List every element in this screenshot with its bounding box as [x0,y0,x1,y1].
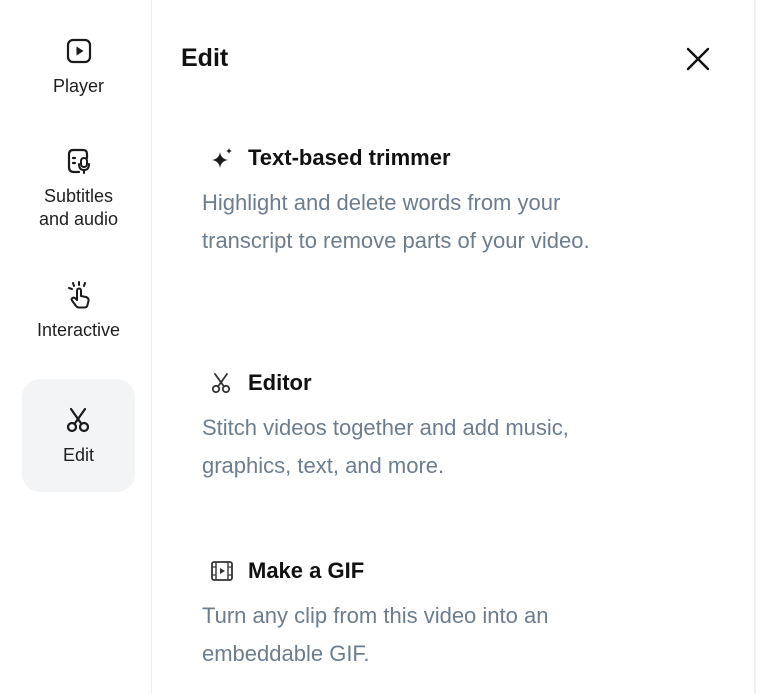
feature-title: Make a GIF [248,558,365,583]
play-square-icon [64,36,94,66]
feature-make-a-gif[interactable]: Make a GIF Turn any clip from this video… [202,556,632,673]
feature-description: Stitch videos together and add music, gr… [202,415,569,478]
sidebar: Player Subtitles and audio Interactive E… [0,0,152,694]
sidebar-item-label: Edit [62,444,95,465]
close-button[interactable] [683,44,713,74]
sparkle-icon [210,146,234,170]
edit-panel-window: Player Subtitles and audio Interactive E… [0,0,772,694]
panel-title: Edit [181,44,229,72]
film-frame-icon [210,559,234,583]
subtitles-mic-icon [64,146,94,176]
tap-hand-icon [64,280,94,310]
close-icon [685,46,711,72]
feature-header: Make a GIF [202,556,632,586]
feature-text-based-trimmer[interactable]: Text-based trimmer Highlight and delete … [202,143,632,260]
scissors-icon [210,371,234,395]
sidebar-item-subtitles-and-audio[interactable]: Subtitles and audio [22,146,135,246]
feature-title: Editor [248,370,312,395]
sidebar-item-interactive[interactable]: Interactive [22,280,135,354]
sidebar-item-label: Interactive [36,320,121,340]
sidebar-item-label: Subtitles and audio [38,186,119,229]
feature-title: Text-based trimmer [248,145,451,170]
feature-description: Highlight and delete words from your tra… [202,190,590,253]
feature-description: Turn any clip from this video into an em… [202,603,549,666]
sidebar-item-label: Player [52,76,105,96]
feature-header: Text-based trimmer [202,143,632,173]
panel-right-divider [754,0,756,694]
sidebar-item-edit[interactable]: Edit [22,379,135,492]
feature-editor[interactable]: Editor Stitch videos together and add mu… [202,368,632,485]
sidebar-item-player[interactable]: Player [22,36,135,110]
feature-header: Editor [202,368,632,398]
scissors-icon [64,405,94,435]
